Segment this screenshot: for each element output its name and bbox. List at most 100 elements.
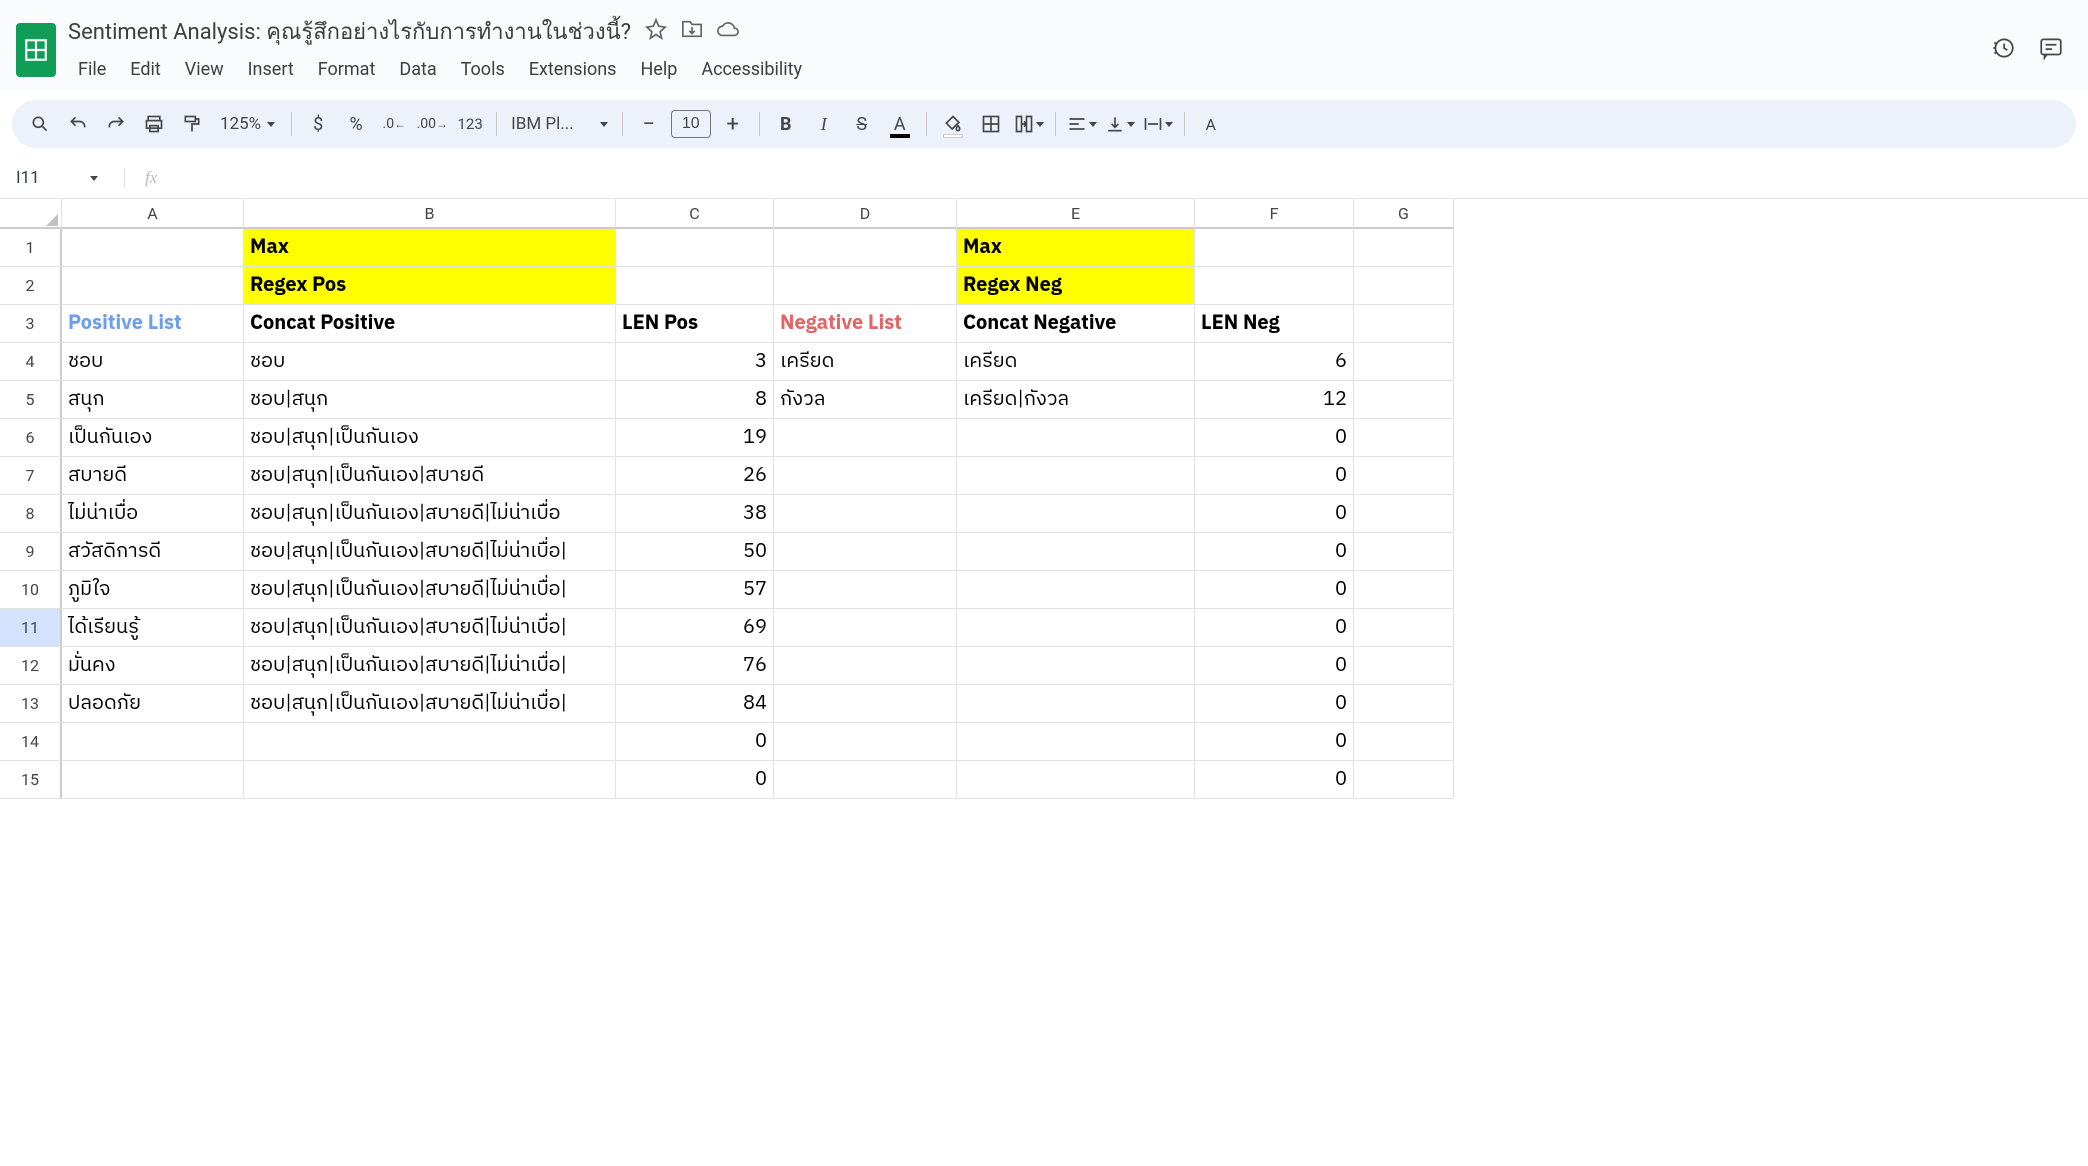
cell[interactable] <box>774 267 957 305</box>
move-icon[interactable] <box>681 18 703 46</box>
cell[interactable] <box>1354 267 1454 305</box>
cell[interactable]: Regex Neg <box>957 267 1195 305</box>
vertical-align-button[interactable] <box>1104 108 1136 140</box>
cell[interactable] <box>957 457 1195 495</box>
cell[interactable]: ชอบ|สนุก|เป็นกันเอง|สบายดี|ไม่น่าเบื่อ <box>244 495 616 533</box>
cell[interactable]: ภูมิใจ <box>62 571 244 609</box>
undo-icon[interactable] <box>62 108 94 140</box>
menu-format[interactable]: Format <box>308 53 386 86</box>
cell[interactable]: 19 <box>616 419 774 457</box>
cell[interactable] <box>62 267 244 305</box>
comments-icon[interactable] <box>2038 35 2064 65</box>
column-header-D[interactable]: D <box>774 199 957 229</box>
cell[interactable]: 0 <box>1195 647 1354 685</box>
row-header[interactable]: 6 <box>0 419 62 457</box>
cell[interactable] <box>957 761 1195 799</box>
cell[interactable]: เครียด <box>957 343 1195 381</box>
cell[interactable]: 8 <box>616 381 774 419</box>
menu-help[interactable]: Help <box>630 53 687 86</box>
column-header-C[interactable]: C <box>616 199 774 229</box>
column-header-A[interactable]: A <box>62 199 244 229</box>
column-header-G[interactable]: G <box>1354 199 1454 229</box>
decrease-decimal-button[interactable]: .0← <box>378 108 410 140</box>
more-formats-button[interactable]: 123 <box>454 108 486 140</box>
cell[interactable]: 0 <box>1195 609 1354 647</box>
print-icon[interactable] <box>138 108 170 140</box>
format-currency-button[interactable]: $ <box>302 108 334 140</box>
star-icon[interactable] <box>645 18 667 46</box>
text-rotation-button[interactable]: A <box>1195 108 1227 140</box>
cell[interactable]: ชอบ|สนุก|เป็นกันเอง|สบายดี|ไม่น่าเบื่อ| <box>244 647 616 685</box>
cell[interactable]: ชอบ <box>62 343 244 381</box>
format-percent-button[interactable]: % <box>340 108 372 140</box>
menu-data[interactable]: Data <box>389 53 446 86</box>
cell[interactable]: ปลอดภัย <box>62 685 244 723</box>
row-header[interactable]: 7 <box>0 457 62 495</box>
cell[interactable]: Max <box>957 229 1195 267</box>
cell[interactable] <box>1354 533 1454 571</box>
menu-accessibility[interactable]: Accessibility <box>691 53 812 86</box>
sheets-logo[interactable] <box>16 23 56 77</box>
cell[interactable]: มั่นคง <box>62 647 244 685</box>
cell[interactable] <box>1354 647 1454 685</box>
cell[interactable]: Concat Negative <box>957 305 1195 343</box>
column-header-F[interactable]: F <box>1195 199 1354 229</box>
cell[interactable]: Max <box>244 229 616 267</box>
cell[interactable]: สบายดี <box>62 457 244 495</box>
cell[interactable] <box>1354 381 1454 419</box>
zoom-select[interactable]: 125% <box>214 114 281 134</box>
cell[interactable] <box>957 723 1195 761</box>
row-header[interactable]: 12 <box>0 647 62 685</box>
cell[interactable]: ชอบ|สนุก|เป็นกันเอง|สบายดี|ไม่น่าเบื่อ| <box>244 609 616 647</box>
cell[interactable] <box>774 723 957 761</box>
increase-decimal-button[interactable]: .00→ <box>416 108 448 140</box>
row-header[interactable]: 10 <box>0 571 62 609</box>
font-size-input[interactable] <box>671 110 711 138</box>
menu-extensions[interactable]: Extensions <box>519 53 627 86</box>
cell[interactable]: Positive List <box>62 305 244 343</box>
cell[interactable]: 57 <box>616 571 774 609</box>
cell[interactable] <box>774 495 957 533</box>
italic-button[interactable]: I <box>808 108 840 140</box>
cell[interactable]: 0 <box>616 761 774 799</box>
cell[interactable] <box>1354 305 1454 343</box>
cell[interactable]: 3 <box>616 343 774 381</box>
cloud-status-icon[interactable] <box>717 18 739 46</box>
cell[interactable] <box>774 685 957 723</box>
column-header-E[interactable]: E <box>957 199 1195 229</box>
cell[interactable] <box>1354 457 1454 495</box>
cell[interactable] <box>244 723 616 761</box>
row-header[interactable]: 1 <box>0 229 62 267</box>
cell[interactable]: 0 <box>616 723 774 761</box>
cell[interactable]: ชอบ|สนุก|เป็นกันเอง|สบายดี <box>244 457 616 495</box>
cell[interactable] <box>774 229 957 267</box>
cell[interactable]: เป็นกันเอง <box>62 419 244 457</box>
text-color-button[interactable]: A <box>884 108 916 140</box>
cell[interactable]: สวัสดิการดี <box>62 533 244 571</box>
cell[interactable] <box>62 723 244 761</box>
cell[interactable]: 0 <box>1195 571 1354 609</box>
borders-button[interactable] <box>975 108 1007 140</box>
cell[interactable] <box>957 533 1195 571</box>
cell[interactable]: สนุก <box>62 381 244 419</box>
paint-format-icon[interactable] <box>176 108 208 140</box>
row-header[interactable]: 11 <box>0 609 62 647</box>
cell[interactable] <box>1354 495 1454 533</box>
cell[interactable] <box>1354 343 1454 381</box>
cell[interactable]: 0 <box>1195 761 1354 799</box>
cell[interactable]: กังวล <box>774 381 957 419</box>
row-header[interactable]: 3 <box>0 305 62 343</box>
cell[interactable] <box>1354 685 1454 723</box>
font-family-select[interactable]: IBM Pl... <box>507 114 612 134</box>
cell[interactable]: 0 <box>1195 685 1354 723</box>
cell[interactable] <box>774 609 957 647</box>
cell[interactable] <box>1354 761 1454 799</box>
horizontal-align-button[interactable] <box>1066 108 1098 140</box>
document-title[interactable]: Sentiment Analysis: คุณรู้สึกอย่างไรกับก… <box>68 14 631 49</box>
cell[interactable]: เครียด|กังวล <box>957 381 1195 419</box>
row-header[interactable]: 8 <box>0 495 62 533</box>
cell[interactable] <box>62 761 244 799</box>
menu-view[interactable]: View <box>175 53 234 86</box>
cell[interactable] <box>1354 609 1454 647</box>
increase-font-size-button[interactable]: + <box>717 108 749 140</box>
